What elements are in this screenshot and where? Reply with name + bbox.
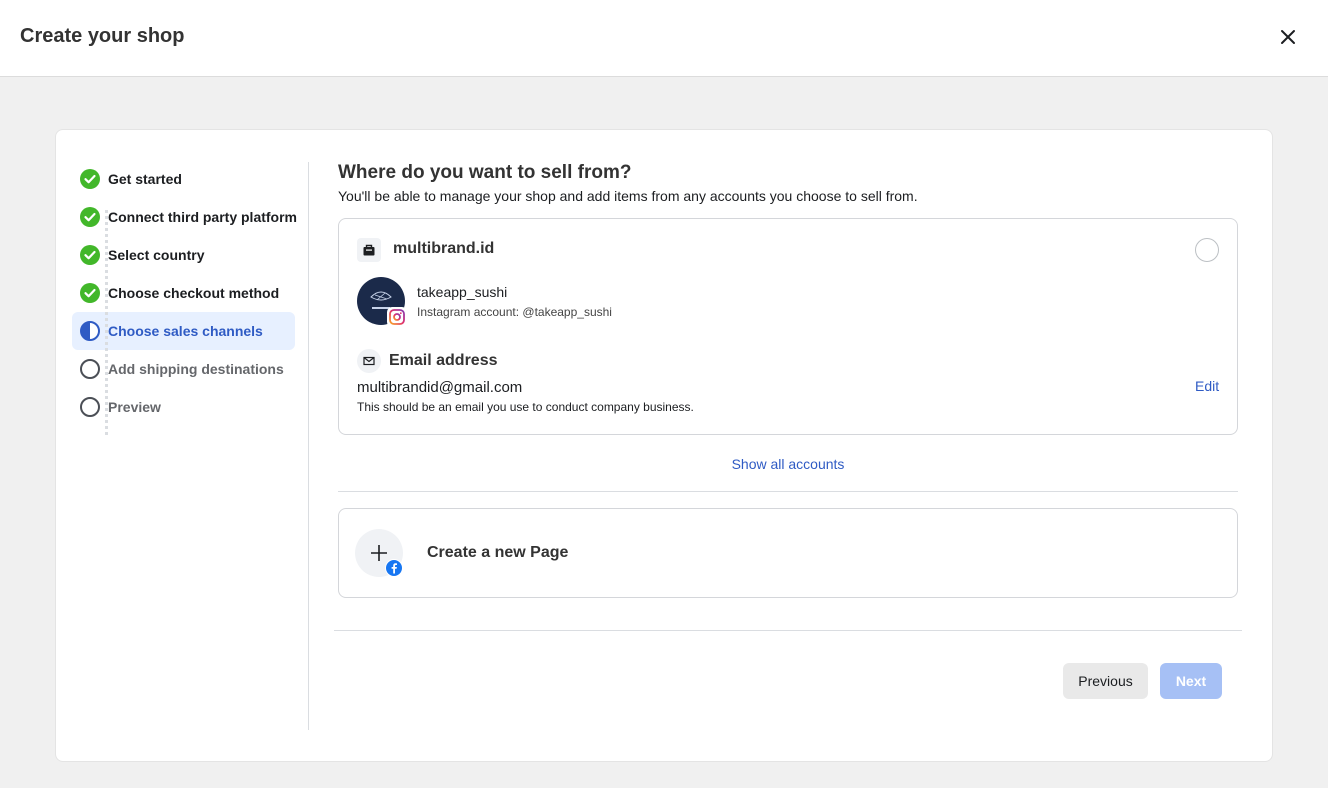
- page-title: Create your shop: [20, 25, 185, 47]
- top-bar: Create your shop: [0, 0, 1328, 77]
- show-all-accounts-link[interactable]: Show all accounts: [338, 456, 1238, 472]
- check-icon: [80, 169, 100, 189]
- step-label: Select country: [108, 247, 205, 263]
- plus-icon: [355, 529, 403, 577]
- page-name: multibrand.id: [393, 240, 495, 257]
- instagram-account-name: takeapp_sushi: [417, 284, 508, 300]
- step-label: Choose checkout method: [108, 285, 280, 301]
- step-label: Preview: [108, 399, 161, 415]
- empty-circle-icon: [80, 397, 100, 417]
- next-button[interactable]: Next: [1160, 663, 1222, 699]
- facebook-icon: [385, 559, 403, 577]
- account-option-card[interactable]: multibrand.id takeapp_sushi Instagram ac…: [338, 218, 1238, 435]
- instagram-icon: [387, 307, 407, 327]
- close-icon[interactable]: [1276, 25, 1300, 49]
- empty-circle-icon: [80, 359, 100, 379]
- email-icon: [357, 349, 381, 373]
- steps-connector: [105, 210, 108, 435]
- section-heading: Where do you want to sell from?: [338, 162, 632, 183]
- previous-button[interactable]: Previous: [1063, 663, 1148, 699]
- steps-sidebar: Get started Connect third party platform…: [72, 160, 308, 435]
- half-circle-progress-icon: [80, 321, 100, 341]
- avatar: [357, 277, 407, 327]
- section-subheading: You'll be able to manage your shop and a…: [338, 188, 918, 204]
- main-panel: Where do you want to sell from? You'll b…: [338, 162, 1238, 598]
- check-icon: [80, 207, 100, 227]
- step-label: Connect third party platform: [108, 209, 298, 225]
- divider: [338, 491, 1238, 492]
- step-get-started[interactable]: Get started: [72, 160, 295, 198]
- vertical-divider: [308, 162, 309, 730]
- email-note: This should be an email you use to condu…: [357, 400, 694, 414]
- email-title: Email address: [389, 352, 498, 369]
- check-icon: [80, 283, 100, 303]
- step-label: Choose sales channels: [108, 323, 263, 339]
- instagram-account-handle: Instagram account: @takeapp_sushi: [417, 305, 612, 319]
- edit-email-link[interactable]: Edit: [1195, 378, 1219, 394]
- account-radio[interactable]: [1195, 238, 1219, 262]
- email-value: multibrandid@gmail.com: [357, 379, 523, 396]
- step-label: Add shipping destinations: [108, 361, 284, 377]
- shop-page-icon: [357, 238, 381, 262]
- check-icon: [80, 245, 100, 265]
- setup-card: Get started Connect third party platform…: [55, 129, 1273, 762]
- step-label: Get started: [108, 171, 182, 187]
- create-new-page-card[interactable]: Create a new Page: [338, 508, 1238, 598]
- footer-divider: [334, 630, 1242, 631]
- create-page-label: Create a new Page: [427, 544, 569, 561]
